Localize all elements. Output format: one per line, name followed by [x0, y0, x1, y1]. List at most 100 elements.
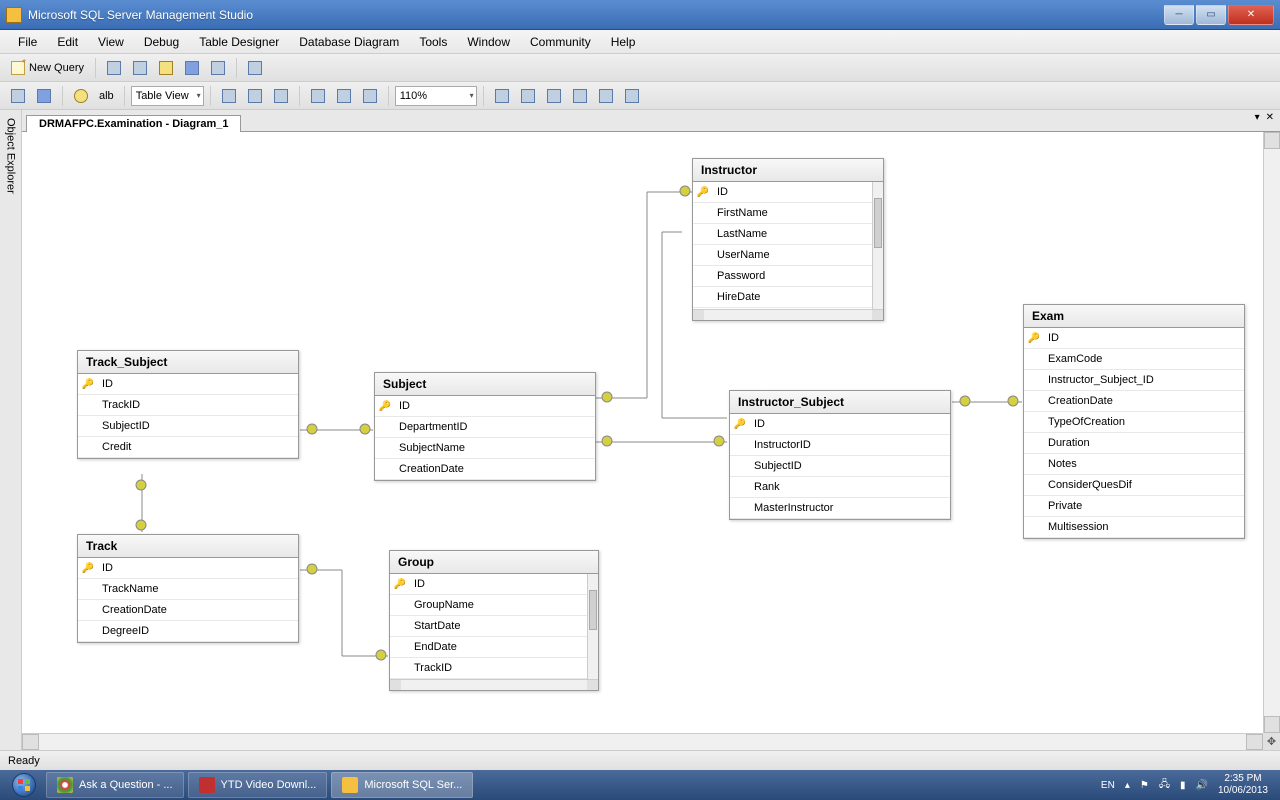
toolbar-standard: New Query [0, 54, 1280, 82]
diagram-tool-13[interactable] [568, 85, 592, 107]
toolbar-diagram: alb Table View 110% [0, 82, 1280, 110]
table-hscroll[interactable] [693, 309, 883, 320]
menu-view[interactable]: View [88, 32, 134, 52]
menu-window[interactable]: Window [457, 32, 520, 52]
table-group[interactable]: Group 🔑ID GroupName StartDate EndDate Tr… [389, 550, 599, 691]
canvas-resize-grip[interactable]: ✥ [1263, 733, 1280, 750]
table-row: MasterInstructor [730, 498, 950, 519]
menu-help[interactable]: Help [601, 32, 646, 52]
tray-lang[interactable]: EN [1101, 780, 1115, 791]
zoom-dropdown[interactable]: 110% [395, 86, 477, 106]
menu-table-designer[interactable]: Table Designer [189, 32, 289, 52]
diagram-tool-9[interactable] [358, 85, 382, 107]
tab-close-icon[interactable]: ✕ [1266, 112, 1274, 123]
table-vscroll[interactable] [587, 574, 598, 679]
diagram-tool-15[interactable] [620, 85, 644, 107]
pointer-icon [11, 89, 25, 103]
menu-community[interactable]: Community [520, 32, 601, 52]
taskbar: Ask a Question - ... YTD Video Downl... … [0, 770, 1280, 800]
table-row: GroupName [390, 595, 587, 616]
table-row: 🔑ID [693, 182, 872, 203]
maximize-button[interactable]: ▭ [1196, 5, 1226, 25]
toolbar-icon-5[interactable] [206, 57, 230, 79]
diagram-tool-11[interactable] [516, 85, 540, 107]
toolbar-icon-2[interactable] [128, 57, 152, 79]
ssms-icon [342, 777, 358, 793]
tray-show-hidden-icon[interactable]: ▴ [1125, 780, 1130, 791]
key-icon: 🔑 [1028, 333, 1040, 344]
table-track-subject[interactable]: Track_Subject 🔑ID TrackID SubjectID Cred… [77, 350, 299, 459]
close-button[interactable]: ✕ [1228, 5, 1274, 25]
toolbar-icon-6[interactable] [243, 57, 267, 79]
canvas-hscroll[interactable] [22, 733, 1263, 750]
new-query-button[interactable]: New Query [6, 57, 89, 79]
document-tab[interactable]: DRMAFPC.Examination - Diagram_1 [26, 115, 241, 132]
menu-tools[interactable]: Tools [409, 32, 457, 52]
menu-file[interactable]: File [8, 32, 47, 52]
table-hscroll[interactable] [390, 679, 598, 690]
diagram-tool-10[interactable] [490, 85, 514, 107]
tray-flag-icon[interactable]: ⚑ [1140, 780, 1149, 791]
toolbar-icon-3[interactable] [154, 57, 178, 79]
diagram-tool-12[interactable] [542, 85, 566, 107]
diagram-tool-3[interactable] [69, 85, 93, 107]
misc-icon-6 [625, 89, 639, 103]
object-explorer-tab[interactable]: Object Explorer [0, 110, 22, 750]
misc-icon-2 [521, 89, 535, 103]
table-title: Group [390, 551, 598, 574]
table-exam[interactable]: Exam 🔑ID ExamCode Instructor_Subject_ID … [1023, 304, 1245, 539]
diagram-tool-14[interactable] [594, 85, 618, 107]
list-icon [248, 61, 262, 75]
tray-battery-icon[interactable]: ▮ [1180, 780, 1186, 791]
diagram-tool-8[interactable] [332, 85, 356, 107]
table-row: Duration [1024, 433, 1244, 454]
start-button[interactable] [4, 770, 44, 800]
toolbar-icon-4[interactable] [180, 57, 204, 79]
toolbar-icon-1[interactable] [102, 57, 126, 79]
table-instructor[interactable]: Instructor 🔑ID FirstName LastName UserNa… [692, 158, 884, 321]
diagram-tool-6[interactable] [269, 85, 293, 107]
table-instructor-subject[interactable]: Instructor_Subject 🔑ID InstructorID Subj… [729, 390, 951, 520]
table-row: SubjectID [730, 456, 950, 477]
diagram-tool-2[interactable] [32, 85, 56, 107]
tray-clock[interactable]: 2:35 PM 10/06/2013 [1218, 773, 1268, 797]
table-track[interactable]: Track 🔑ID TrackName CreationDate DegreeI… [77, 534, 299, 643]
key-icon: 🔑 [379, 401, 391, 412]
table-row: Multisession [1024, 517, 1244, 538]
status-bar: Ready [0, 750, 1280, 770]
taskbar-item-chrome[interactable]: Ask a Question - ... [46, 772, 184, 798]
menu-edit[interactable]: Edit [47, 32, 88, 52]
table-row: 🔑ID [78, 558, 298, 579]
diagram-tool-1[interactable] [6, 85, 30, 107]
table-vscroll[interactable] [872, 182, 883, 309]
taskbar-item-ssms[interactable]: Microsoft SQL Ser... [331, 772, 473, 798]
alb-label: alb [95, 90, 118, 102]
canvas-vscroll[interactable] [1263, 132, 1280, 733]
table-row: ExamCode [1024, 349, 1244, 370]
table-row: 🔑ID [78, 374, 298, 395]
tray-volume-icon[interactable]: 🔊 [1195, 780, 1207, 791]
diagram-tool-7[interactable] [306, 85, 330, 107]
taskbar-item-ytd[interactable]: YTD Video Downl... [188, 772, 328, 798]
layout-3-icon [363, 89, 377, 103]
table-subject[interactable]: Subject 🔑ID DepartmentID SubjectName Cre… [374, 372, 596, 481]
tab-dropdown-icon[interactable]: ▾ [1255, 112, 1260, 123]
diagram-tool-4[interactable] [217, 85, 241, 107]
table-row: DegreeID [78, 621, 298, 642]
table-row: CreationDate [78, 600, 298, 621]
tray-date: 10/06/2013 [1218, 785, 1268, 797]
table-row: InstructorID [730, 435, 950, 456]
taskbar-item-label: YTD Video Downl... [221, 779, 317, 791]
minimize-button[interactable]: ─ [1164, 5, 1194, 25]
menu-database-diagram[interactable]: Database Diagram [289, 32, 409, 52]
table-row: Notes [1024, 454, 1244, 475]
table-row: Password [693, 266, 872, 287]
menu-debug[interactable]: Debug [134, 32, 189, 52]
tray-network-icon[interactable]: 🖧 [1159, 777, 1170, 794]
diagram-tool-5[interactable] [243, 85, 267, 107]
table-row: Credit [78, 437, 298, 458]
table-row: CreationDate [375, 459, 595, 480]
bulb-icon [74, 89, 88, 103]
table-view-dropdown[interactable]: Table View [131, 86, 204, 106]
diagram-canvas[interactable]: Track_Subject 🔑ID TrackID SubjectID Cred… [22, 132, 1280, 750]
